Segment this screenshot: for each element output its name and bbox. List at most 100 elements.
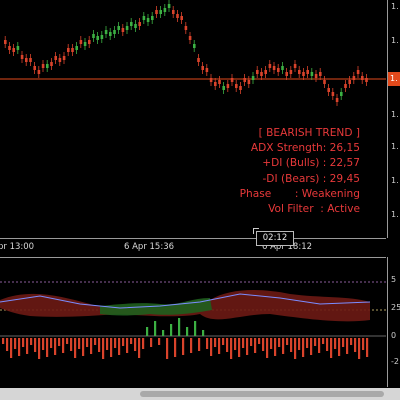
- histogram-bar: [6, 338, 9, 351]
- histogram-bar: [150, 338, 153, 347]
- candle-body: [256, 70, 259, 74]
- candle-body: [113, 30, 116, 34]
- indicator-subwindow[interactable]: [0, 257, 386, 388]
- candle-body: [117, 26, 120, 30]
- candle-body: [340, 92, 343, 96]
- histogram-bar: [14, 338, 17, 349]
- candle-body: [167, 4, 171, 8]
- candle-body: [4, 40, 7, 44]
- histogram-bar: [218, 338, 221, 354]
- histogram-bar: [102, 338, 105, 359]
- histogram-bar: [322, 338, 325, 344]
- candle-body: [188, 36, 192, 40]
- histogram-bar: [126, 338, 129, 353]
- histogram-bar: [78, 338, 81, 349]
- candle-body: [272, 66, 276, 70]
- histogram-bar: [58, 338, 61, 346]
- candle-body: [146, 18, 150, 22]
- candle-body: [75, 46, 78, 50]
- histogram-bar: [206, 338, 209, 349]
- candle-body: [251, 76, 255, 80]
- candle-body: [327, 88, 330, 92]
- histogram-bar: [2, 338, 5, 344]
- candle-body: [184, 26, 188, 30]
- adx-strength: ADX Strength: 26,15: [250, 142, 360, 155]
- candle-body: [20, 55, 24, 59]
- vol-filter: Vol Filter : Active: [268, 203, 360, 216]
- histogram-bar: [50, 338, 53, 348]
- candle-body: [96, 36, 99, 40]
- histogram-bar: [230, 338, 233, 359]
- histogram-bar: [174, 338, 177, 357]
- price-axis[interactable]: 1. 1. 1. 1. 1. 1. 1.: [387, 0, 400, 238]
- candle-body: [365, 78, 368, 82]
- histogram-bar: [198, 338, 201, 351]
- trend-title: [ BEARISH TREND ]: [258, 127, 360, 139]
- histogram-bar: [318, 338, 321, 353]
- candle-body: [205, 68, 209, 72]
- histogram-bar: [366, 338, 369, 357]
- candle-body: [277, 68, 280, 72]
- histogram-bar: [286, 338, 289, 345]
- candle-body: [92, 34, 95, 38]
- histogram-bar: [42, 338, 45, 350]
- candle-body: [235, 84, 238, 88]
- histogram-bar: [114, 338, 117, 348]
- indicator-tick: -2: [391, 357, 399, 366]
- histogram-bar: [194, 321, 197, 336]
- candle-body: [348, 80, 351, 84]
- minus-di: -DI (Bears) : 29,45: [262, 172, 360, 185]
- candle-body: [218, 80, 221, 84]
- candle-body: [25, 58, 28, 62]
- candle-body: [201, 66, 204, 70]
- candle-body: [176, 14, 179, 18]
- histogram-bar: [342, 338, 345, 347]
- candle-body: [356, 70, 360, 74]
- scrollbar-thumb[interactable]: [140, 391, 384, 397]
- candle-body: [155, 10, 158, 14]
- candle-body: [302, 72, 305, 76]
- histogram-bar: [226, 338, 229, 352]
- histogram-bar: [62, 338, 65, 353]
- candle-body: [134, 24, 137, 28]
- histogram-bar: [274, 338, 277, 356]
- candle-body: [314, 74, 318, 78]
- time-label: pr 13:00: [0, 242, 35, 252]
- histogram-bar: [142, 338, 145, 349]
- histogram-bar: [70, 338, 73, 351]
- histogram-bar: [282, 338, 285, 354]
- candle-body: [41, 64, 45, 68]
- indicator-axis[interactable]: 5 25 0 -2: [387, 257, 400, 387]
- histogram-bar: [330, 338, 333, 358]
- indicator-tick: 0: [391, 331, 397, 340]
- price-tick: 1.: [391, 110, 399, 119]
- histogram-bar: [170, 324, 173, 336]
- histogram-bar: [354, 338, 357, 352]
- candle-body: [130, 22, 133, 26]
- candle-body: [230, 78, 234, 82]
- histogram-bar: [18, 338, 21, 356]
- candle-body: [306, 70, 309, 74]
- candle-body: [310, 72, 314, 76]
- histogram-bar: [290, 338, 293, 352]
- horizontal-scrollbar[interactable]: [0, 388, 400, 400]
- histogram-bar: [26, 338, 29, 354]
- candle-body: [109, 32, 112, 36]
- price-tick: 1.: [391, 142, 399, 151]
- histogram-bar: [162, 330, 165, 336]
- candle-body: [8, 46, 11, 50]
- histogram-bar: [154, 321, 157, 336]
- candle-body: [197, 58, 200, 62]
- histogram-bar: [98, 338, 101, 352]
- current-price-tag: 1.: [388, 72, 400, 86]
- histogram-bar: [314, 338, 317, 346]
- candle-body: [125, 26, 129, 30]
- candle-body: [50, 62, 53, 66]
- histogram-bar: [190, 338, 193, 353]
- histogram-bar: [46, 338, 49, 357]
- adx-histogram-plot[interactable]: [0, 258, 386, 388]
- candle-body: [29, 58, 32, 62]
- candle-body: [172, 10, 175, 14]
- candle-body: [289, 70, 293, 74]
- time-axis[interactable]: pr 13:00 6 Apr 15:36 6 Apr 18:12 02:12: [0, 228, 386, 257]
